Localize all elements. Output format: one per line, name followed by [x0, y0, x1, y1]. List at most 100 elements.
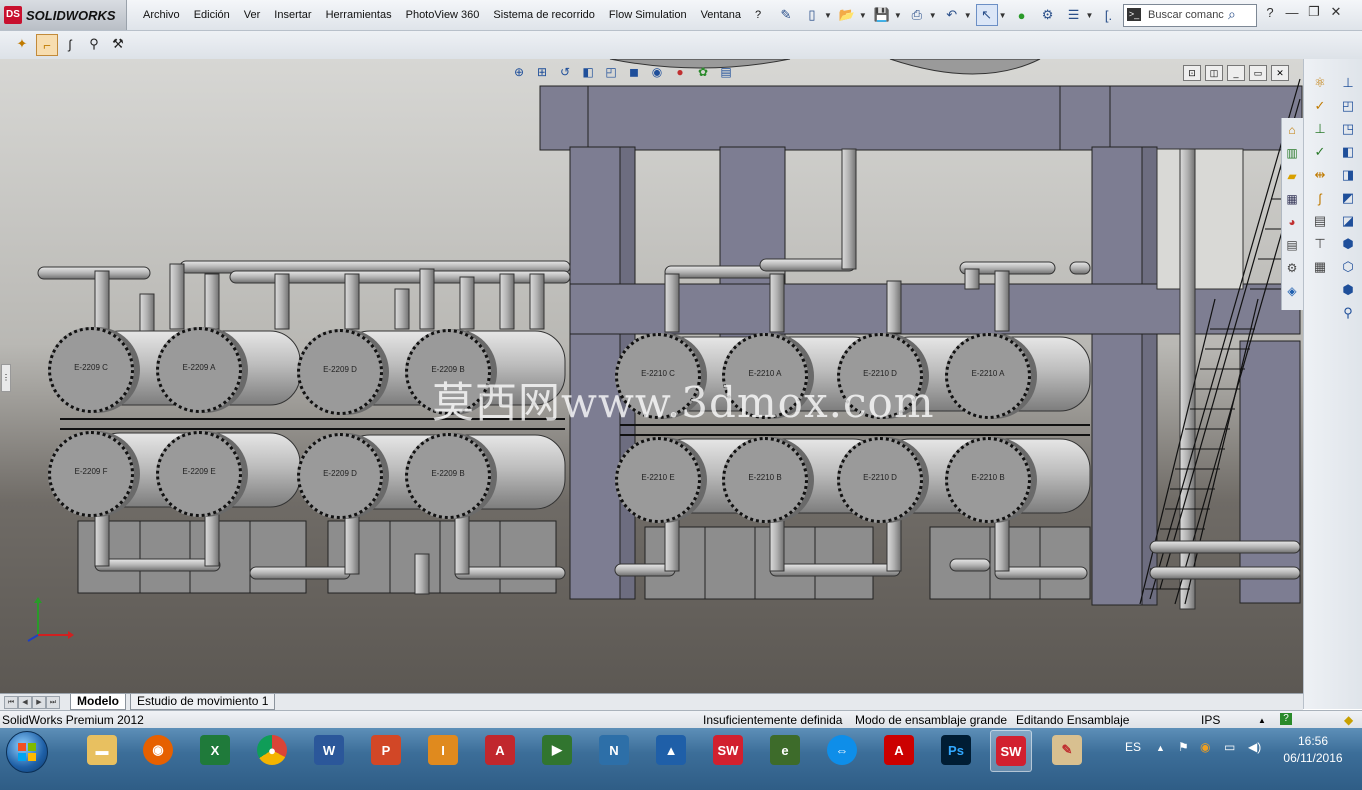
- taskbar-solidworks[interactable]: SW: [708, 730, 748, 770]
- system-clock[interactable]: 16:56 06/11/2016: [1278, 733, 1348, 767]
- undo-icon[interactable]: ↶: [941, 4, 963, 26]
- menu-herramientas[interactable]: Herramientas: [319, 9, 399, 21]
- chevron-down-icon[interactable]: ▼: [1086, 11, 1094, 20]
- custom-properties-icon[interactable]: ▤: [1282, 234, 1302, 256]
- exchanger-head[interactable]: E-2209 C: [48, 327, 134, 413]
- chevron-up-icon[interactable]: ▲: [1156, 743, 1165, 753]
- menu-archivo[interactable]: Archivo: [136, 9, 187, 21]
- connection-icon[interactable]: ⊤: [1310, 234, 1330, 254]
- taskbar-acrobat[interactable]: A: [879, 730, 919, 770]
- home-icon[interactable]: ⌂: [1282, 119, 1302, 141]
- chevron-down-icon[interactable]: ▼: [964, 11, 972, 20]
- 3d-content-icon[interactable]: ◈: [1282, 280, 1302, 302]
- hide-show-icon[interactable]: ◉: [648, 63, 666, 81]
- view-settings-icon[interactable]: ▤: [717, 63, 735, 81]
- top-view-icon[interactable]: ◩: [1338, 188, 1358, 208]
- bottom-view-icon[interactable]: ◪: [1338, 211, 1358, 231]
- add-fitting-icon[interactable]: ⊥: [1310, 119, 1330, 139]
- route-tools-icon[interactable]: ⚒: [108, 34, 128, 54]
- exchanger-head[interactable]: E-2209 F: [48, 431, 134, 517]
- exchanger-head[interactable]: E-2210 D: [837, 437, 923, 523]
- viewport-restore-icon[interactable]: ⊡: [1183, 65, 1201, 81]
- taskbar-edge-animate[interactable]: e: [765, 730, 805, 770]
- flange-icon[interactable]: ✓: [1310, 142, 1330, 162]
- units-selector[interactable]: IPS: [1201, 713, 1220, 727]
- route-line-icon[interactable]: ʃ: [60, 34, 80, 54]
- taskbar-paint[interactable]: ✎: [1047, 730, 1087, 770]
- exchanger-head[interactable]: E-2209 D: [297, 329, 383, 415]
- taskbar-excel[interactable]: X: [195, 730, 235, 770]
- zoom-area-icon[interactable]: ⊞: [533, 63, 551, 81]
- taskbar-powerpoint[interactable]: P: [366, 730, 406, 770]
- chevron-down-icon[interactable]: ▼: [824, 11, 832, 20]
- taskbar-revit[interactable]: ▲: [651, 730, 691, 770]
- print-icon[interactable]: ⎙: [906, 4, 928, 26]
- chevron-up-icon[interactable]: ▲: [1258, 716, 1266, 725]
- appearance-icon[interactable]: ●: [671, 63, 689, 81]
- exchanger-head[interactable]: E-2210 B: [722, 437, 808, 523]
- menu-insertar[interactable]: Insertar: [267, 9, 318, 21]
- network-tray-icon[interactable]: ▭: [1224, 740, 1235, 754]
- right-view-icon[interactable]: ◨: [1338, 165, 1358, 185]
- pin-icon[interactable]: ✎: [775, 4, 797, 26]
- tab-last-icon[interactable]: ⏭: [46, 696, 60, 709]
- isometric-view-icon[interactable]: ⬢: [1338, 234, 1358, 254]
- select-icon[interactable]: ↖: [975, 4, 998, 26]
- taskbar-solidworks-active[interactable]: SW: [990, 730, 1032, 772]
- close-button[interactable]: ✕: [1328, 4, 1344, 20]
- taskbar-project[interactable]: ▶: [537, 730, 577, 770]
- trimetric-view-icon[interactable]: ⬡: [1338, 257, 1358, 277]
- exchanger-head[interactable]: E-2209 A: [156, 327, 242, 413]
- pipe-drawing-icon[interactable]: ʃ: [1310, 188, 1330, 208]
- viewport-close-icon[interactable]: ✕: [1271, 65, 1289, 81]
- exchanger-head[interactable]: E-2209 D: [297, 433, 383, 519]
- tab-next-icon[interactable]: ▶: [32, 696, 46, 709]
- exchanger-head[interactable]: E-2209 E: [156, 431, 242, 517]
- viewport-maximize-icon[interactable]: ▭: [1249, 65, 1267, 81]
- routing-library-icon[interactable]: ⚙: [1282, 257, 1302, 279]
- traffic-light-icon[interactable]: ●: [1011, 4, 1033, 26]
- feature-manager-toggle[interactable]: ⋮: [1, 364, 11, 392]
- graphics-area[interactable]: E-2209 C E-2209 A E-2209 D E-2209 B E-22…: [0, 59, 1303, 693]
- exchanger-head[interactable]: E-2209 B: [405, 433, 491, 519]
- search-icon[interactable]: ⌕: [1228, 6, 1236, 23]
- flag-tray-icon[interactable]: ⚑: [1178, 740, 1189, 754]
- help-status-icon[interactable]: ?: [1280, 713, 1292, 725]
- menu-edicion[interactable]: Edición: [187, 9, 237, 21]
- search-box[interactable]: >_ Buscar comanc ⌕: [1123, 4, 1257, 27]
- antivirus-tray-icon[interactable]: ◉: [1200, 740, 1210, 754]
- view-orientation-icon[interactable]: ◰: [602, 63, 620, 81]
- taskbar-word[interactable]: W: [309, 730, 349, 770]
- viewport-split-icon[interactable]: ◫: [1205, 65, 1223, 81]
- split-route-icon[interactable]: ⇹: [1310, 165, 1330, 185]
- report-icon[interactable]: ▦: [1310, 257, 1330, 277]
- viewport-minimize-icon[interactable]: _: [1227, 65, 1245, 81]
- tab-motion-study[interactable]: Estudio de movimiento 1: [130, 694, 276, 710]
- taskbar-autocad[interactable]: A: [480, 730, 520, 770]
- tab-first-icon[interactable]: ⏮: [4, 696, 18, 709]
- menu-flow-simulation[interactable]: Flow Simulation: [602, 9, 694, 21]
- options-icon[interactable]: ⚙: [1037, 4, 1059, 26]
- taskbar-photoshop[interactable]: Ps: [936, 730, 976, 770]
- volume-tray-icon[interactable]: ◀): [1248, 740, 1261, 754]
- normal-to-icon[interactable]: ⊥: [1338, 73, 1358, 93]
- back-view-icon[interactable]: ◳: [1338, 119, 1358, 139]
- more-icon[interactable]: [.: [1097, 4, 1119, 26]
- scene-icon[interactable]: ✿: [694, 63, 712, 81]
- chevron-down-icon[interactable]: ▼: [999, 11, 1007, 20]
- taskbar-teamviewer[interactable]: ⇔: [822, 730, 862, 770]
- section-view-icon[interactable]: ◧: [579, 63, 597, 81]
- edit-route-icon[interactable]: ✓: [1310, 96, 1330, 116]
- solidworks-logo[interactable]: DS SOLIDWORKS: [0, 0, 127, 30]
- chevron-down-icon[interactable]: ▼: [859, 11, 867, 20]
- spool-icon[interactable]: ▤: [1310, 211, 1330, 231]
- exchanger-head[interactable]: E-2210 E: [615, 437, 701, 523]
- display-style-icon[interactable]: ◼: [625, 63, 643, 81]
- left-view-icon[interactable]: ◧: [1338, 142, 1358, 162]
- view-palette-icon[interactable]: ▦: [1282, 188, 1302, 210]
- zoom-to-fit-icon[interactable]: ⊕: [510, 63, 528, 81]
- menu-ver[interactable]: Ver: [237, 9, 268, 21]
- link-view-icon[interactable]: ⚲: [1338, 303, 1358, 323]
- taskbar-chrome[interactable]: ●: [252, 730, 292, 770]
- start-button[interactable]: [6, 731, 48, 773]
